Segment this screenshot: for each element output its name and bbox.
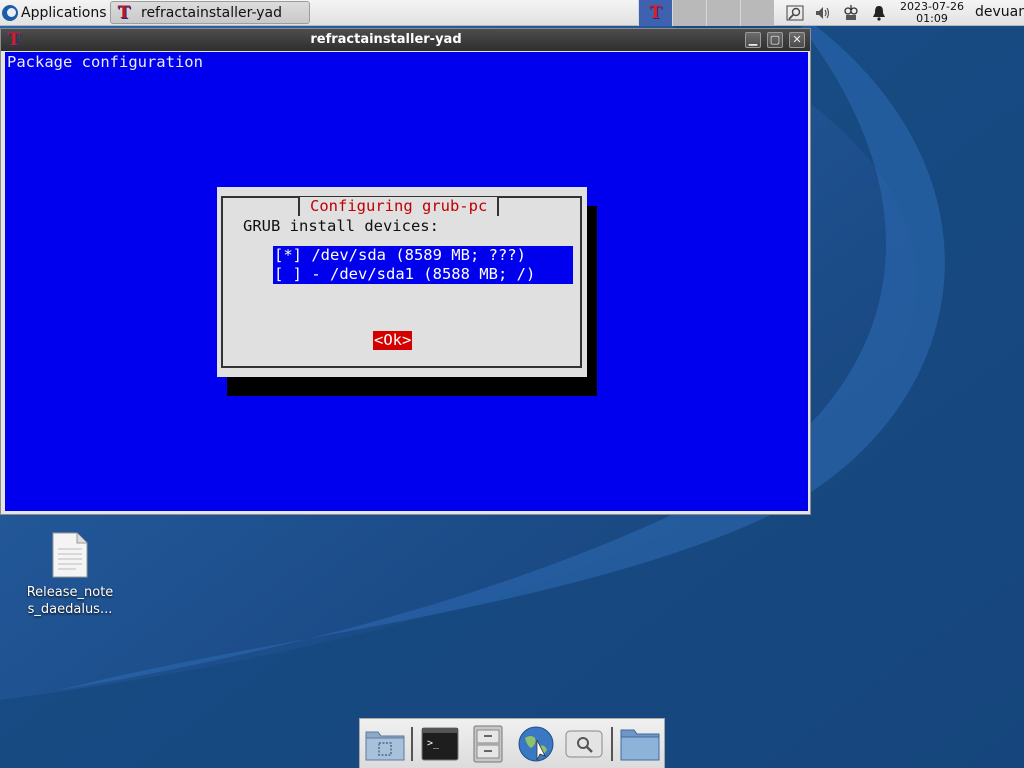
workspace-3[interactable] xyxy=(706,0,740,26)
dialog-title: Configuring grub-pc xyxy=(298,197,500,216)
svg-text:>_: >_ xyxy=(427,738,440,749)
dock-separator xyxy=(411,727,413,761)
web-browser-icon[interactable] xyxy=(515,724,557,764)
volume-icon[interactable] xyxy=(814,4,832,22)
device-option-sda1[interactable]: [ ] - /dev/sda1 (8588 MB; /) xyxy=(273,265,573,284)
workspace-2[interactable] xyxy=(672,0,706,26)
window-titlebar[interactable]: T refractainstaller-yad ▁ ▢ ✕ xyxy=(1,29,810,51)
show-desktop-icon[interactable] xyxy=(364,724,406,764)
workspace-1[interactable]: T xyxy=(638,0,672,26)
bottom-dock: >_ xyxy=(359,718,665,768)
home-folder-icon[interactable] xyxy=(619,724,661,764)
dialog-frame: Configuring grub-pc GRUB install devices… xyxy=(221,196,582,368)
workspace-4[interactable] xyxy=(740,0,774,26)
top-panel: Applications ⁝ T refractainstaller-yad T… xyxy=(0,0,1024,26)
text-file-icon xyxy=(52,532,88,578)
terminal-header: Package configuration xyxy=(7,53,203,71)
clock-time: 01:09 xyxy=(916,12,948,25)
devuan-logo-icon xyxy=(2,5,18,21)
system-tray xyxy=(786,2,888,24)
taskbar-button-label: refractainstaller-yad xyxy=(141,4,283,21)
desktop-icon-label-line1: Release_note xyxy=(26,585,114,600)
power-manager-icon[interactable] xyxy=(842,4,860,22)
file-manager-icon[interactable] xyxy=(467,724,509,764)
notification-bell-icon[interactable] xyxy=(870,4,888,22)
ok-button[interactable]: <Ok> xyxy=(373,331,413,350)
minimize-button[interactable]: ▁ xyxy=(745,32,761,48)
dock-separator xyxy=(611,727,613,761)
taskbar-button-refractainstaller[interactable]: T refractainstaller-yad xyxy=(110,1,310,24)
workspace-switcher: T xyxy=(638,0,774,26)
device-option-sda[interactable]: [*] /dev/sda (8589 MB; ???) xyxy=(273,246,573,265)
desktop-icon-label-line2: s_daedalus... xyxy=(27,602,113,617)
terminal-area[interactable]: Package configuration Configuring grub-p… xyxy=(5,52,808,511)
screenshot-tool-icon[interactable] xyxy=(786,4,804,22)
applications-menu[interactable]: Applications ⁝ xyxy=(2,3,113,23)
applications-menu-label: Applications xyxy=(21,5,107,21)
app-finder-icon[interactable] xyxy=(563,724,605,764)
workspace-window-icon: T xyxy=(649,3,662,23)
dialog-prompt: GRUB install devices: xyxy=(243,217,439,235)
user-menu[interactable]: devuan xyxy=(975,4,1024,20)
panel-clock[interactable]: 2023-07-26 01:09 xyxy=(896,1,968,25)
maximize-button[interactable]: ▢ xyxy=(767,32,783,48)
refractainstaller-window: T refractainstaller-yad ▁ ▢ ✕ Package co… xyxy=(0,28,811,515)
desktop-icon-release-notes[interactable]: Release_note s_daedalus... xyxy=(20,530,120,618)
terminal-app-icon: T xyxy=(117,2,131,23)
grub-config-dialog: Configuring grub-pc GRUB install devices… xyxy=(217,187,587,377)
terminal-icon[interactable]: >_ xyxy=(419,724,461,764)
close-button[interactable]: ✕ xyxy=(789,32,805,48)
window-title: refractainstaller-yad xyxy=(310,32,462,47)
